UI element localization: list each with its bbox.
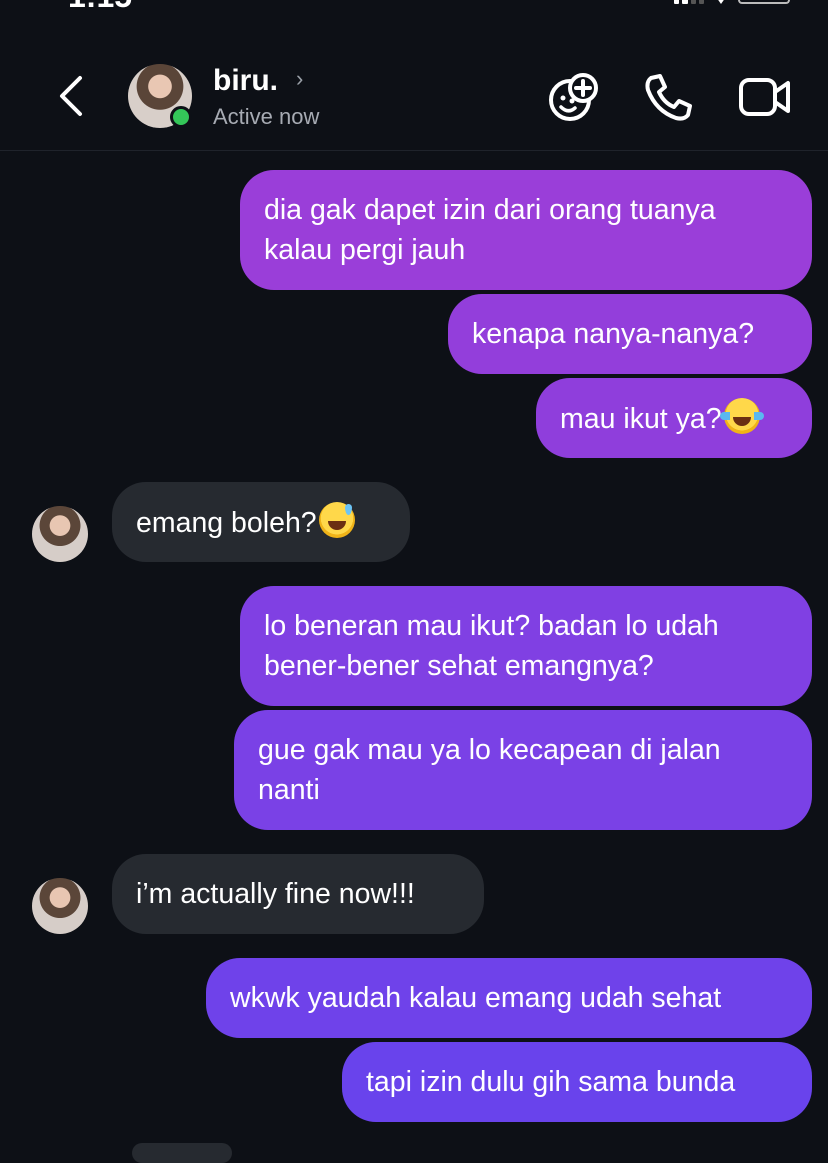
- tears-of-joy-emoji-icon: [719, 398, 764, 434]
- outgoing-message[interactable]: lo beneran mau ikut? badan lo udah bener…: [240, 586, 812, 706]
- video-camera-icon[interactable]: [738, 70, 792, 124]
- active-status: Active now: [213, 104, 320, 129]
- message-line: gue gak mau ya lo kecapean di jalan: [258, 734, 721, 766]
- status-indicators: [674, 0, 790, 4]
- message-line: i’m actually fine now!!!: [136, 878, 415, 910]
- avatar-sticker-add-icon[interactable]: [548, 70, 602, 124]
- contact-avatar-small[interactable]: [32, 506, 88, 562]
- status-time: 1:15: [68, 0, 132, 14]
- incoming-message[interactable]: emang boleh?: [112, 482, 410, 562]
- outgoing-message[interactable]: tapi izin dulu gih sama bunda: [342, 1042, 812, 1122]
- message-line: emang boleh?: [136, 507, 317, 539]
- outgoing-message[interactable]: wkwk yaudah kalau emang udah sehat: [206, 958, 812, 1038]
- contact-avatar-small[interactable]: [32, 878, 88, 934]
- wifi-icon: [718, 0, 724, 4]
- online-status-dot: [170, 106, 192, 128]
- message-line: mau ikut ya?: [560, 403, 722, 435]
- message-line: lo beneran mau ikut? badan lo udah: [264, 610, 719, 642]
- back-chevron-icon[interactable]: [52, 74, 92, 118]
- grinning-sweat-emoji-icon: [318, 502, 355, 538]
- message-line: tapi izin dulu gih sama bunda: [366, 1066, 736, 1098]
- contact-name[interactable]: biru.: [213, 64, 278, 98]
- outgoing-message[interactable]: mau ikut ya?: [536, 378, 812, 458]
- phone-icon[interactable]: [642, 70, 696, 124]
- message-line: nanti: [258, 774, 320, 806]
- message-line: bener-bener sehat emangnya?: [264, 650, 654, 682]
- chevron-right-icon[interactable]: ›: [296, 66, 303, 92]
- outgoing-message[interactable]: gue gak mau ya lo kecapean di jalan nant…: [234, 710, 812, 830]
- cellular-signal-icon: [674, 0, 704, 4]
- message-line: wkwk yaudah kalau emang udah sehat: [230, 982, 722, 1014]
- incoming-message-partial: [132, 1143, 232, 1163]
- message-line: dia gak dapet izin dari orang tuanya: [264, 194, 716, 226]
- status-bar: 1:15: [0, 0, 828, 14]
- battery-icon: [738, 0, 790, 4]
- outgoing-message[interactable]: dia gak dapet izin dari orang tuanya kal…: [240, 170, 812, 290]
- chat-header: biru. › Active now: [0, 40, 828, 151]
- incoming-message[interactable]: i’m actually fine now!!!: [112, 854, 484, 934]
- message-line: kalau pergi jauh: [264, 234, 466, 266]
- message-line: kenapa nanya-nanya?: [472, 318, 755, 350]
- outgoing-message[interactable]: kenapa nanya-nanya?: [448, 294, 812, 374]
